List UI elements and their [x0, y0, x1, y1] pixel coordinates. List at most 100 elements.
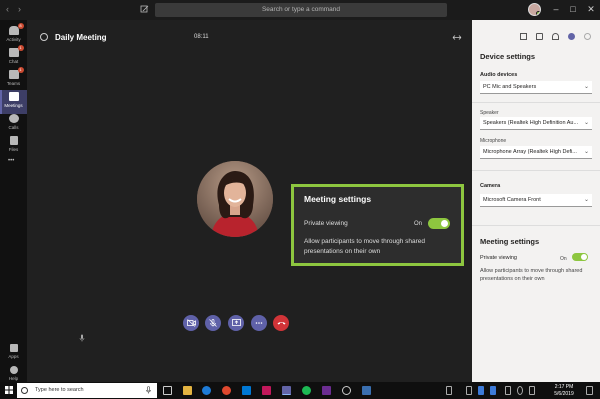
share-screen-button[interactable] [228, 315, 244, 331]
notes-icon[interactable] [520, 33, 527, 40]
help-icon [9, 366, 18, 374]
toggle-knob [581, 254, 587, 260]
onedrive-icon[interactable] [478, 386, 484, 395]
teams-badge: 1 [17, 67, 24, 73]
cortana-icon [21, 387, 28, 394]
clock[interactable]: 2:17 PM 5/6/2019 [545, 384, 583, 397]
hang-up-button[interactable] [273, 315, 289, 331]
teams-taskbar-icon[interactable] [282, 386, 291, 395]
rail-item-label: Meetings [4, 103, 23, 108]
search-input[interactable]: Search or type a command [155, 3, 447, 17]
teams-icon: 1 [8, 67, 24, 79]
clock-date: 5/6/2019 [554, 390, 574, 397]
title-bar: ‹ › Search or type a command – □ ✕ [0, 0, 600, 20]
panel-private-viewing-label: Private viewing [480, 255, 517, 261]
settings-icon[interactable] [342, 386, 351, 395]
windows-start-icon[interactable] [5, 386, 13, 394]
new-chat-icon[interactable] [140, 5, 149, 14]
participants-icon[interactable] [552, 33, 559, 40]
edge-icon[interactable] [202, 386, 211, 395]
meeting-title: Daily Meeting [55, 33, 107, 42]
phone-icon [8, 114, 19, 123]
bell-icon: 8 [8, 23, 24, 35]
outlook-icon[interactable] [242, 386, 251, 395]
wifi-icon[interactable] [517, 386, 523, 395]
rail-item-label: Help [8, 376, 19, 381]
camera-dropdown[interactable]: Microsoft Camera Front ⌄ [480, 194, 592, 207]
app-rail: 8 Activity 1 Chat 1 Teams Meetings Calls… [0, 20, 27, 382]
settings-gear-icon[interactable] [568, 33, 575, 40]
chevron-down-icon: ⌄ [583, 197, 589, 203]
more-apps-button[interactable]: ••• [8, 158, 14, 164]
rail-item-label: Teams [6, 81, 21, 86]
participant-avatar [197, 161, 273, 237]
people-icon[interactable] [446, 386, 452, 395]
cloud-icon[interactable] [490, 386, 496, 395]
divider [472, 102, 600, 103]
speaker-label: Speaker [480, 110, 499, 116]
back-button[interactable]: ‹ [6, 4, 9, 14]
forward-button[interactable]: › [18, 4, 21, 14]
camera-button[interactable] [183, 315, 199, 331]
pen-icon[interactable] [466, 386, 472, 395]
onenote-icon[interactable] [322, 386, 331, 395]
speaker-value: Speakers (Realtek High Definition Au... [483, 120, 579, 126]
speaker-dropdown[interactable]: Speakers (Realtek High Definition Au... ⌄ [480, 117, 592, 130]
toggle-state-text: On [414, 221, 423, 227]
private-viewing-toggle[interactable] [428, 218, 450, 229]
windows-taskbar: Type here to search 2:17 PM 5/6/2019 [0, 382, 600, 399]
notifications-icon[interactable] [586, 386, 593, 395]
divider [472, 170, 600, 171]
rail-item-files[interactable]: Files [0, 134, 27, 158]
mute-button[interactable] [205, 315, 221, 331]
microphone-value: Microphone Array (Realtek High Defi... [483, 149, 577, 155]
audio-devices-dropdown[interactable]: PC Mic and Speakers ⌄ [480, 81, 592, 94]
meeting-icon [40, 33, 48, 41]
rail-item-calls[interactable]: Calls [0, 112, 27, 136]
expand-icon[interactable] [452, 34, 462, 41]
activity-badge: 8 [17, 23, 24, 29]
spotify-icon[interactable] [302, 386, 311, 395]
audio-devices-label: Audio devices [480, 72, 518, 78]
microphone-dropdown[interactable]: Microphone Array (Realtek High Defi... ⌄ [480, 146, 592, 159]
panel-toggle-state-text: On [560, 256, 567, 262]
rail-item-teams[interactable]: 1 Teams [0, 67, 27, 92]
panel-private-viewing-toggle[interactable] [572, 253, 588, 261]
store-icon[interactable] [262, 386, 271, 395]
rail-item-activity[interactable]: 8 Activity [0, 23, 27, 48]
panel-meeting-settings-title: Meeting settings [480, 237, 540, 246]
task-view-icon[interactable] [163, 386, 172, 395]
chevron-down-icon: ⌄ [583, 84, 589, 90]
maximize-button[interactable]: □ [566, 4, 580, 14]
taskbar-search[interactable]: Type here to search [17, 383, 157, 398]
file-explorer-icon[interactable] [183, 386, 192, 395]
audio-devices-value: PC Mic and Speakers [483, 84, 537, 90]
active-indicator [0, 90, 2, 114]
chat-icon[interactable] [536, 33, 543, 40]
volume-icon[interactable] [529, 386, 535, 395]
rail-item-label: Files [8, 147, 19, 152]
apps-icon [9, 344, 18, 352]
mic-indicator-icon [79, 334, 85, 342]
chevron-down-icon: ⌄ [583, 149, 589, 155]
profile-avatar[interactable] [528, 3, 541, 16]
minimize-button[interactable]: – [549, 4, 563, 14]
calendar-icon [8, 92, 19, 101]
info-icon[interactable] [584, 33, 591, 40]
chat-icon: 1 [8, 45, 24, 57]
chrome-icon[interactable] [222, 386, 231, 395]
close-button[interactable]: ✕ [584, 4, 598, 15]
rail-item-apps[interactable]: Apps [0, 342, 27, 366]
microphone-label: Microphone [480, 138, 507, 144]
private-viewing-description: Allow participants to move through share… [304, 238, 426, 255]
rail-item-label: Apps [8, 354, 19, 359]
rail-item-label: Calls [8, 125, 19, 130]
photos-icon[interactable] [362, 386, 371, 395]
chat-badge: 1 [17, 45, 24, 51]
rail-item-chat[interactable]: 1 Chat [0, 45, 27, 70]
rail-item-meetings[interactable]: Meetings [0, 90, 27, 114]
microphone-icon[interactable] [146, 386, 151, 394]
more-options-button[interactable] [251, 315, 267, 331]
file-icon [9, 136, 18, 145]
toggle-knob [441, 220, 448, 227]
